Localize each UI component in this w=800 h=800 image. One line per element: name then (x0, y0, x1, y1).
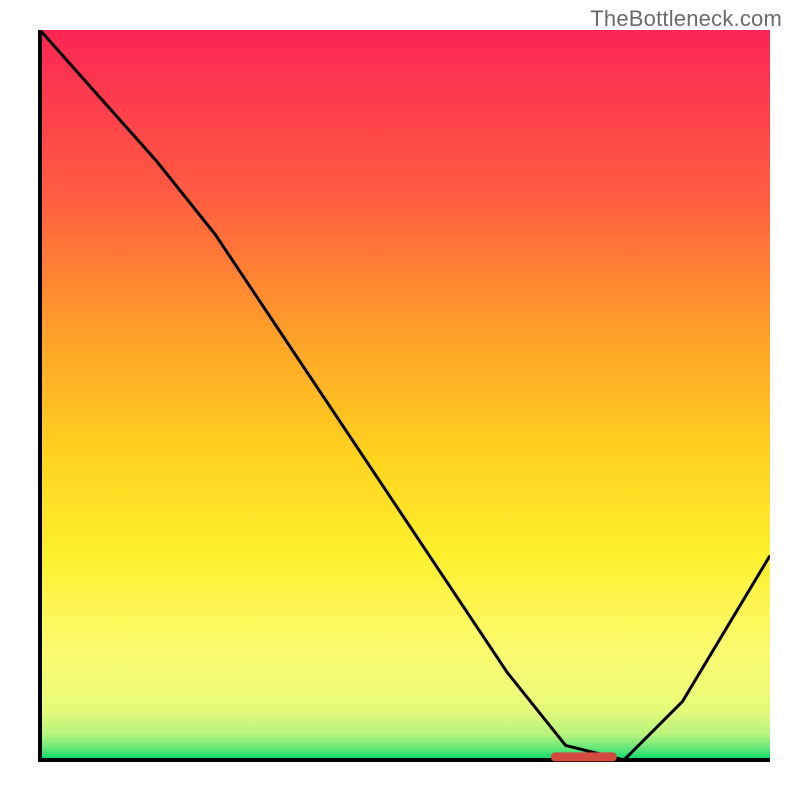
bottleneck-chart (30, 30, 770, 770)
heatmap-background (40, 30, 770, 760)
watermark-text: TheBottleneck.com (590, 6, 782, 32)
optimal-marker (551, 752, 617, 761)
